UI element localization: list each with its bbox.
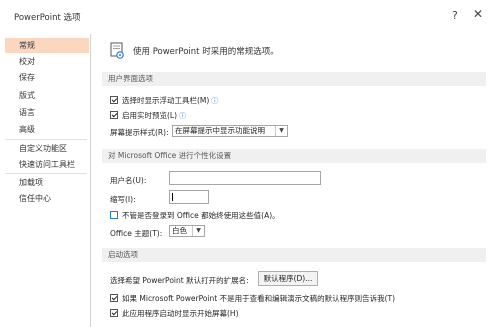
sidebar-item-language[interactable]: 语言: [5, 105, 87, 120]
section-personalize: 对 Microsoft Office 进行个性化设置: [102, 149, 486, 163]
sidebar-item-general[interactable]: 常规: [5, 38, 89, 53]
chevron-down-icon: ▼: [192, 226, 204, 236]
section-startup: 启动选项: [102, 248, 486, 262]
general-options-icon: [110, 42, 124, 59]
screentip-style-label: 屏幕提示样式(R):: [110, 128, 169, 137]
info-icon: ⓘ: [179, 112, 187, 120]
sidebar-item-customize-ribbon[interactable]: 自定义功能区: [5, 141, 87, 156]
help-button[interactable]: ?: [452, 9, 458, 22]
close-button[interactable]: ✕: [473, 7, 483, 21]
show-start-screen-checkbox[interactable]: [110, 309, 118, 317]
live-preview-label: 启用实时预览(L) ⓘ: [122, 111, 187, 120]
chevron-down-icon: ▼: [275, 126, 287, 136]
title-bar: PowerPoint 选项 ? ✕: [0, 0, 488, 30]
sidebar-item-layout[interactable]: 版式: [5, 88, 87, 103]
sidebar-item-proofing[interactable]: 校对: [5, 54, 87, 69]
sidebar-divider: [5, 139, 87, 140]
mini-toolbar-checkbox[interactable]: [110, 96, 118, 104]
initials-input[interactable]: [169, 190, 209, 204]
always-use-values-label: 不管是否登录到 Office 都始终使用这些值(A)。: [122, 211, 280, 220]
sidebar-item-trust-center[interactable]: 信任中心: [5, 191, 87, 206]
text-caret: [172, 193, 173, 201]
options-content: 使用 PowerPoint 时采用的常规选项。 用户界面选项 选择时显示浮动工具…: [92, 34, 488, 327]
sidebar-item-advanced[interactable]: 高级: [5, 122, 87, 137]
mini-toolbar-label: 选择时显示浮动工具栏(M) ⓘ: [122, 96, 219, 105]
window-title: PowerPoint 选项: [14, 13, 81, 23]
username-label: 用户名(U):: [110, 176, 147, 185]
sidebar-item-quick-access-toolbar[interactable]: 快速访问工具栏: [5, 157, 87, 172]
username-input[interactable]: [169, 171, 321, 185]
tell-me-default-checkbox[interactable]: [110, 294, 118, 302]
office-theme-select[interactable]: 白色 ▼: [169, 225, 205, 237]
live-preview-checkbox[interactable]: [110, 111, 118, 119]
always-use-values-checkbox[interactable]: [110, 211, 118, 219]
sidebar-item-save[interactable]: 保存: [5, 70, 87, 85]
sidebar-item-add-ins[interactable]: 加载项: [5, 175, 87, 190]
office-theme-label: Office 主题(T):: [110, 229, 163, 238]
info-icon: ⓘ: [211, 97, 219, 105]
section-ui-options: 用户界面选项: [102, 72, 486, 86]
sidebar-divider: [5, 173, 87, 174]
extensions-label: 选择希望 PowerPoint 默认打开的扩展名:: [110, 276, 249, 285]
default-programs-button[interactable]: 默认程序(D)...: [258, 271, 318, 286]
screentip-style-select[interactable]: 在屏幕提示中显示功能说明 ▼: [172, 125, 288, 137]
initials-label: 缩写(I):: [110, 195, 136, 204]
options-sidebar: 常规 校对 保存 版式 语言 高级 自定义功能区 快速访问工具栏 加载项 信任中…: [0, 34, 91, 327]
page-header: 使用 PowerPoint 时采用的常规选项。: [133, 47, 279, 57]
show-start-screen-label: 此应用程序启动时显示开始屏幕(H): [122, 309, 239, 318]
tell-me-default-label: 如果 Microsoft PowerPoint 不是用于查看和编辑演示文稿的默认…: [122, 294, 396, 303]
